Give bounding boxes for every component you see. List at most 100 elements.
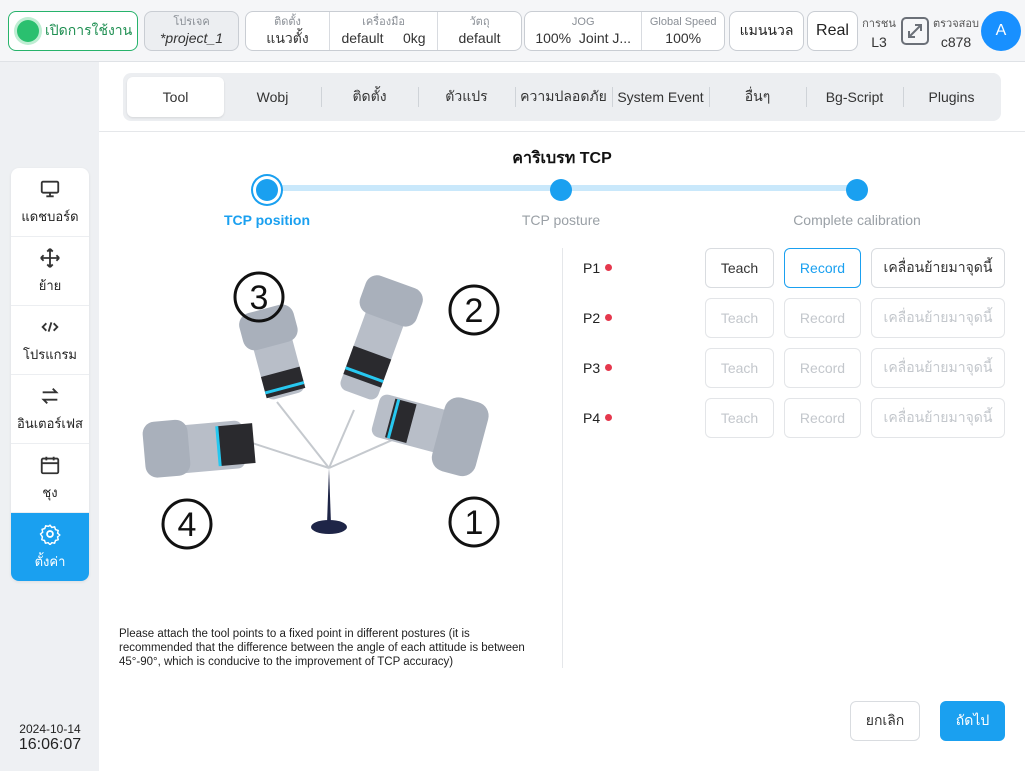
divider xyxy=(562,248,563,668)
project-caption: โปรเจค xyxy=(173,16,210,28)
project-selector[interactable]: โปรเจค *project_1 xyxy=(144,11,239,51)
cancel-button[interactable]: ยกเลิก xyxy=(850,701,920,741)
number-1-label: 1 xyxy=(465,504,484,542)
page-title: คาริเบรท TCP xyxy=(512,150,612,167)
tool-selector[interactable]: เครื่องมือ default 0kg xyxy=(330,12,438,50)
step-label-1: TCP position xyxy=(223,212,311,228)
teach-button[interactable]: Teach xyxy=(705,398,774,438)
sidebar-item-label: ย้าย xyxy=(38,277,62,293)
point-status-dot xyxy=(605,264,612,271)
clock-time: 16:06:07 xyxy=(18,736,82,753)
sidebar-item-settings[interactable]: ตั้งค่า xyxy=(11,513,89,581)
step-label-3: Complete calibration xyxy=(793,212,921,228)
collision-caption: การชน xyxy=(862,18,896,30)
record-button[interactable]: Record xyxy=(784,298,861,338)
next-button[interactable]: ถัดไป xyxy=(940,701,1005,741)
move-to-point-button[interactable]: เคลื่อนย้ายมาจุดนี้ xyxy=(871,248,1005,288)
settings-panel: Tool Wobj ติดตั้ง ตัวแปร ความปลอดภัย Sys… xyxy=(99,62,1025,771)
real-mode-label: Real xyxy=(816,22,849,39)
teach-button[interactable]: Teach xyxy=(705,248,774,288)
step-dot-2 xyxy=(550,179,572,201)
collision-level[interactable]: การชน L3 xyxy=(861,14,897,50)
record-button[interactable]: Record xyxy=(784,348,861,388)
sidebar-item-dashboard[interactable]: แดชบอร์ด xyxy=(11,168,89,237)
point-status-dot xyxy=(605,364,612,371)
point-row-p4: P4 Teach Record เคลื่อนย้ายมาจุดนี้ xyxy=(583,398,1013,438)
tool-value: default 0kg xyxy=(330,29,437,47)
settings-tabs: Tool Wobj ติดตั้ง ตัวแปร ความปลอดภัย Sys… xyxy=(123,73,1001,121)
install-selector[interactable]: ติดตั้ง แนวตั้ง xyxy=(246,12,330,50)
tab-variables[interactable]: ตัวแปร xyxy=(418,77,515,117)
global-speed-caption: Global Speed xyxy=(649,16,717,28)
teach-button[interactable]: Teach xyxy=(705,298,774,338)
jog-speed-group: JOG 100% Joint J... Global Speed 100% xyxy=(524,11,725,51)
tab-bg-script[interactable]: Bg-Script xyxy=(806,77,903,117)
jog-speed: 100% xyxy=(535,30,572,46)
enable-button[interactable]: เปิดการใช้งาน xyxy=(8,11,138,51)
tab-wobj[interactable]: Wobj xyxy=(224,77,321,117)
collision-value: L3 xyxy=(871,34,887,50)
move-to-point-button[interactable]: เคลื่อนย้ายมาจุดนี้ xyxy=(871,398,1005,438)
calendar-icon xyxy=(40,456,60,474)
number-4-label: 4 xyxy=(178,506,197,544)
sidebar-item-label: ตั้งค่า xyxy=(34,554,66,569)
point-status-dot xyxy=(605,314,612,321)
jog-selector[interactable]: JOG 100% Joint J... xyxy=(525,12,643,50)
tab-install[interactable]: ติดตั้ง xyxy=(321,77,418,117)
sidebar-item-interface[interactable]: อินเตอร์เฟส xyxy=(11,375,89,444)
tcp-calibration-illustration: 1 2 3 4 xyxy=(142,271,500,550)
tab-plugins[interactable]: Plugins xyxy=(903,77,1000,117)
record-button[interactable]: Record xyxy=(784,398,861,438)
record-button[interactable]: Record xyxy=(784,248,861,288)
real-mode-button[interactable]: Real xyxy=(807,11,858,51)
check-caption: ตรวจสอบ xyxy=(933,18,979,30)
tool-load: 0kg xyxy=(402,30,426,46)
calibration-hint: Please attach the tool points to a fixed… xyxy=(119,628,525,668)
check-value: c878 xyxy=(940,34,972,50)
move-to-point-button[interactable]: เคลื่อนย้ายมาจุดนี้ xyxy=(871,298,1005,338)
point-label: P3 xyxy=(583,360,601,376)
wobj-selector[interactable]: วัตถุ default xyxy=(438,12,521,50)
gear-icon xyxy=(39,524,61,545)
step-dot-1 xyxy=(256,179,278,201)
number-3-label: 3 xyxy=(250,279,269,317)
jog-value: 100% Joint J... xyxy=(525,29,641,47)
sidebar-item-program[interactable]: โปรแกรม xyxy=(11,306,89,375)
power-indicator-icon xyxy=(17,20,39,42)
tab-tool[interactable]: Tool xyxy=(127,77,224,117)
fullscreen-icon[interactable] xyxy=(900,16,930,46)
system-clock: 2024-10-14 16:06:07 xyxy=(0,722,100,754)
step-dot-3 xyxy=(846,179,868,201)
sidebar-item-label: โปรแกรม xyxy=(22,346,78,362)
tab-others[interactable]: อื่นๆ xyxy=(709,77,806,117)
sidebar-item-schedule[interactable]: ชุง xyxy=(11,444,89,513)
divider xyxy=(99,131,1025,132)
manual-mode-button[interactable]: แมนนวล xyxy=(729,11,804,51)
sidebar: แดชบอร์ด ย้าย โปรแกรม อินเตอร์เฟส ชุง ตั… xyxy=(11,168,89,581)
point-label: P1 xyxy=(583,260,601,276)
sidebar-item-label: แดชบอร์ด xyxy=(21,208,79,224)
avatar-letter: A xyxy=(995,22,1007,39)
move-to-point-button[interactable]: เคลื่อนย้ายมาจุดนี้ xyxy=(871,348,1005,388)
manual-mode-label: แมนนวล xyxy=(739,22,794,38)
sidebar-item-label: อินเตอร์เฟส xyxy=(17,415,83,431)
clock-date: 2024-10-14 xyxy=(19,722,81,736)
tab-system-event[interactable]: System Event xyxy=(612,77,709,117)
tab-safety[interactable]: ความปลอดภัย xyxy=(515,77,612,117)
jog-mode: Joint J... xyxy=(578,30,632,46)
wobj-value: default xyxy=(458,30,501,46)
tool-name: default xyxy=(341,30,384,46)
teach-button[interactable]: Teach xyxy=(705,348,774,388)
sidebar-item-move[interactable]: ย้าย xyxy=(11,237,89,306)
install-value: แนวตั้ง xyxy=(266,30,309,46)
code-icon xyxy=(41,321,59,332)
install-caption: ติดตั้ง xyxy=(274,16,301,28)
number-2-label: 2 xyxy=(465,292,484,330)
point-row-p1: P1 Teach Record เคลื่อนย้ายมาจุดนี้ xyxy=(583,248,1013,288)
point-label: P4 xyxy=(583,410,601,426)
avatar[interactable]: A xyxy=(981,11,1021,51)
enable-label: เปิดการใช้งาน xyxy=(45,22,133,38)
monitor-icon xyxy=(40,180,60,197)
global-speed-selector[interactable]: Global Speed 100% xyxy=(642,12,724,50)
check-status[interactable]: ตรวจสอบ c878 xyxy=(932,14,980,50)
